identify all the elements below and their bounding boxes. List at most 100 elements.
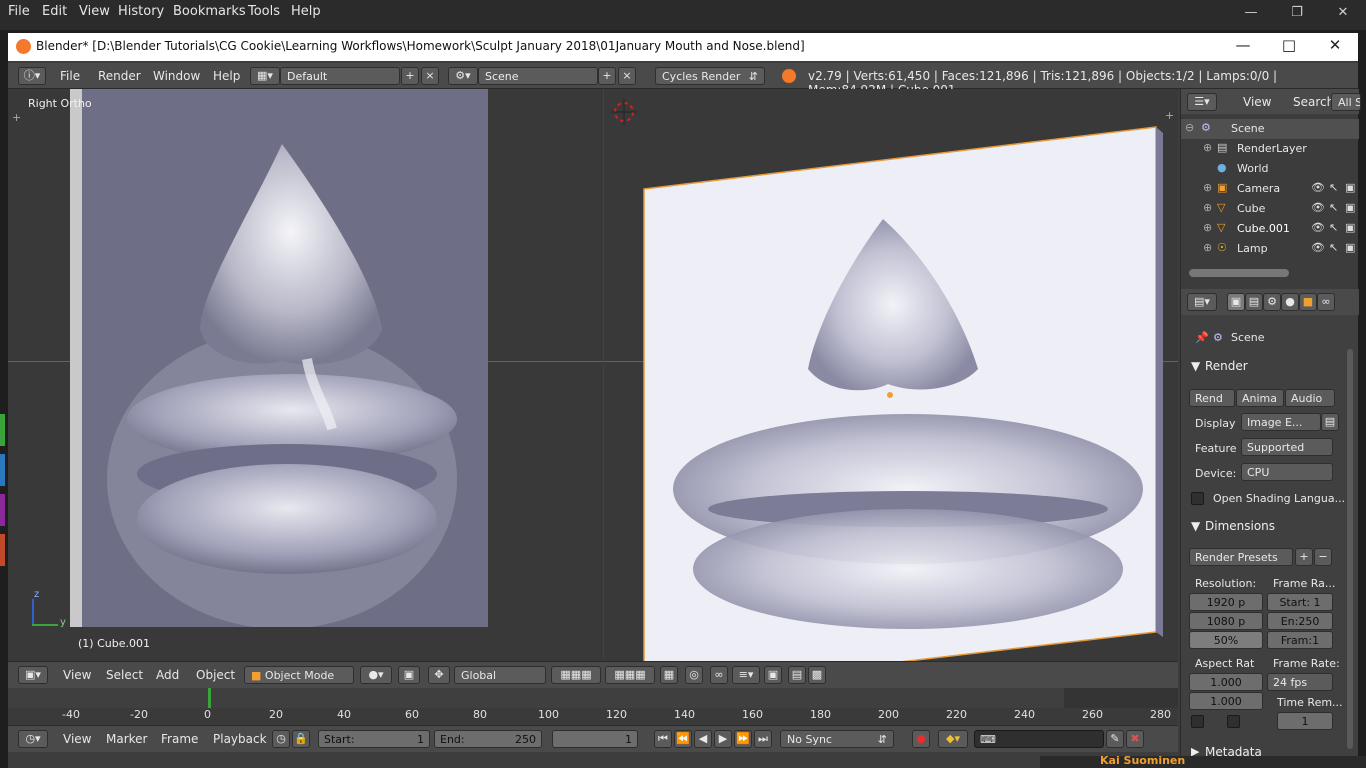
outer-menu-tools[interactable]: Tools (248, 4, 280, 19)
delete-keyframe-icon[interactable]: ✖ (1126, 730, 1144, 748)
timeline-ruler[interactable]: -40 -20 0 20 40 60 80 100 120 140 160 18… (8, 708, 1178, 724)
jump-end-icon[interactable]: ⏭ (754, 730, 772, 748)
renderable-camera-icon[interactable]: ▣ (1345, 241, 1355, 254)
menu-file[interactable]: File (60, 69, 80, 83)
insert-keyframe-icon[interactable]: ✎ (1106, 730, 1124, 748)
selectable-arrow-icon[interactable]: ↖ (1329, 241, 1338, 254)
tab-scene-icon[interactable]: ⚙ (1263, 293, 1281, 311)
visibility-eye-icon[interactable]: 👁 (1311, 181, 1325, 194)
selectable-arrow-icon[interactable]: ↖ (1329, 201, 1338, 214)
aspect-x-field[interactable]: 1.000 (1189, 673, 1263, 691)
lock-layers-icon[interactable]: ▦ (660, 666, 678, 684)
tab-render-icon[interactable]: ▣ (1227, 293, 1245, 311)
tab-world-icon[interactable]: ● (1281, 293, 1299, 311)
preview-range-icon[interactable]: ◷ (272, 730, 290, 748)
selectable-arrow-icon[interactable]: ↖ (1329, 221, 1338, 234)
close-icon[interactable]: ✕ (1333, 5, 1353, 23)
tab-object-icon[interactable]: ■ (1299, 293, 1317, 311)
layers-grid-2-icon[interactable]: ▦▦▦ (605, 666, 655, 684)
vp-menu-object[interactable]: Object (196, 668, 235, 682)
screen-layout-icon[interactable]: ▦▾ (250, 67, 280, 85)
editor-type-info-icon[interactable]: ⓘ▾ (18, 67, 46, 85)
interaction-mode-dropdown[interactable]: ■ Object Mode (244, 666, 354, 684)
aspect-y-field[interactable]: 1.000 (1189, 692, 1263, 710)
outer-menu-history[interactable]: History (118, 4, 164, 19)
visibility-eye-icon[interactable]: 👁 (1311, 201, 1325, 214)
outer-menu-help[interactable]: Help (291, 4, 321, 19)
outliner-horizontal-scrollbar[interactable] (1189, 269, 1289, 277)
crop-checkbox[interactable] (1227, 715, 1240, 728)
3d-cursor-icon[interactable] (611, 99, 637, 125)
end-frame-field[interactable]: End: 250 (434, 730, 542, 748)
proportional-edit-icon[interactable]: ◎ (685, 666, 703, 684)
play-icon[interactable]: ▶ (714, 730, 732, 748)
render-panel-title[interactable]: Render (1205, 359, 1248, 373)
outliner-panel[interactable]: ☰▾ View Search All Sc ⊖ ⚙ Scene ⊕ ▤ Rend… (1180, 89, 1361, 289)
sculpt-plane-object[interactable] (638, 119, 1168, 693)
outer-menu-bookmarks[interactable]: Bookmarks (173, 4, 246, 19)
scene-selector-icon[interactable]: ⚙▾ (448, 67, 478, 85)
vp-menu-view[interactable]: View (63, 668, 91, 682)
outliner-display-filter[interactable]: All Sc (1331, 93, 1361, 111)
editor-type-3dview-icon[interactable]: ▣▾ (18, 666, 48, 684)
reference-image-mouth-nose[interactable] (70, 89, 488, 627)
render-still-button[interactable]: Rend (1189, 389, 1235, 407)
frame-rate-dropdown[interactable]: 24 fps (1267, 673, 1333, 691)
properties-scrollbar[interactable] (1347, 349, 1353, 749)
selectable-arrow-icon[interactable]: ↖ (1329, 181, 1338, 194)
remove-preset-icon[interactable]: − (1314, 548, 1332, 566)
visibility-eye-icon[interactable]: 👁 (1311, 221, 1325, 234)
window-close-icon[interactable]: ✕ (1322, 36, 1348, 58)
lock-range-icon[interactable]: 🔒 (292, 730, 310, 748)
jump-start-icon[interactable]: ⏮ (654, 730, 672, 748)
vp-menu-select[interactable]: Select (106, 668, 143, 682)
expand-icon[interactable]: ⊕ (1203, 201, 1212, 214)
device-dropdown[interactable]: CPU (1241, 463, 1333, 481)
resolution-x-field[interactable]: 1920 p (1189, 593, 1263, 611)
outliner-row-renderlayer[interactable]: ⊕ ▤ RenderLayer (1181, 139, 1359, 159)
record-keyframe-icon[interactable]: ● (912, 730, 930, 748)
window-minimize-icon[interactable]: — (1230, 36, 1256, 58)
layers-grid-1-icon[interactable]: ▦▦▦ (551, 666, 601, 684)
jump-prev-keyframe-icon[interactable]: ⏪ (674, 730, 692, 748)
frame-step-field[interactable]: Fram:1 (1267, 631, 1333, 649)
dimensions-panel-title[interactable]: Dimensions (1205, 519, 1275, 533)
renderable-camera-icon[interactable]: ▣ (1345, 201, 1355, 214)
snap-icon[interactable]: ∞ (710, 666, 728, 684)
render-preview-icon[interactable]: ▣ (764, 666, 782, 684)
outliner-row-cube[interactable]: ⊕ ▽ Cube 👁 ↖ ▣ (1181, 199, 1359, 219)
remove-scene-icon[interactable]: × (618, 67, 636, 85)
minimize-icon[interactable]: — (1241, 5, 1261, 23)
add-layout-icon[interactable]: + (401, 67, 419, 85)
editor-type-outliner-icon[interactable]: ☰▾ (1187, 93, 1217, 111)
editor-type-properties-icon[interactable]: ▤▾ (1187, 293, 1217, 311)
outliner-row-lamp[interactable]: ⊕ ☉ Lamp 👁 ↖ ▣ (1181, 239, 1359, 259)
frame-end-field[interactable]: En:250 (1267, 612, 1333, 630)
play-reverse-icon[interactable]: ◀ (694, 730, 712, 748)
opengl-anim-icon[interactable]: ▩ (808, 666, 826, 684)
outliner-menu-search[interactable]: Search (1293, 95, 1334, 109)
resolution-percentage-field[interactable]: 50% (1189, 631, 1263, 649)
frame-start-field[interactable]: Start: 1 (1267, 593, 1333, 611)
tl-menu-view[interactable]: View (63, 732, 91, 746)
outliner-row-scene[interactable]: ⊖ ⚙ Scene (1181, 119, 1359, 139)
viewport-shading-icon[interactable]: ●▾ (360, 666, 392, 684)
vp-menu-add[interactable]: Add (156, 668, 179, 682)
display-window-icon[interactable]: ▤ (1321, 413, 1339, 431)
current-frame-indicator[interactable] (208, 688, 211, 710)
3d-viewport[interactable]: Right Ortho + + (1) Cube.001 z y (8, 89, 1178, 693)
time-remap-field[interactable]: 1 (1277, 712, 1333, 730)
jump-next-keyframe-icon[interactable]: ⏩ (734, 730, 752, 748)
menu-render[interactable]: Render (98, 69, 141, 83)
properties-plus-icon[interactable]: + (1165, 109, 1174, 122)
pin-icon[interactable]: 📌 (1195, 331, 1209, 344)
tab-render-layers-icon[interactable]: ▤ (1245, 293, 1263, 311)
manipulator-icon[interactable]: ✥ (428, 666, 450, 684)
properties-panel[interactable]: ▤▾ ▣ ▤ ⚙ ● ■ ∞ 📌 ⚙ Scene ▼ Render Rend A… (1180, 289, 1359, 768)
keying-set-icon[interactable]: ◆▾ (938, 730, 968, 748)
render-audio-button[interactable]: Audio (1285, 389, 1335, 407)
osl-checkbox[interactable] (1191, 492, 1204, 505)
tl-menu-marker[interactable]: Marker (106, 732, 147, 746)
outer-menu-view[interactable]: View (79, 4, 110, 19)
expand-icon[interactable]: ⊕ (1203, 221, 1212, 234)
